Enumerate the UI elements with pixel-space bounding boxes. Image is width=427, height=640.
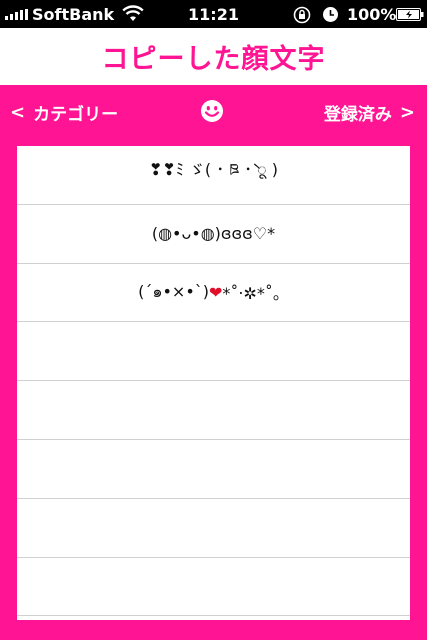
status-bar: SoftBank 11:21 100% <box>0 0 427 28</box>
kaomoji-row[interactable]: ❣❣ﾐ ゞ( ･ ཋ ･̀ ू ) <box>17 146 410 205</box>
alarm-icon <box>323 7 338 22</box>
kaomoji-text: (ˊ๑•×•ˋ) <box>138 281 209 301</box>
saved-label: 登録済み <box>323 105 392 125</box>
kaomoji-row[interactable]: (ˊ๑•×•ˋ) ❤ *˚‧✲*˚。 <box>17 264 410 323</box>
smiley-icon[interactable] <box>200 99 224 123</box>
kaomoji-row-empty[interactable] <box>17 499 410 558</box>
kaomoji-text: ❣❣ﾐ ゞ( ･ ཋ ･̀ ू ) <box>149 160 278 180</box>
kaomoji-row-empty[interactable] <box>17 558 410 617</box>
kaomoji-list: ❣❣ﾐ ゞ( ･ ཋ ･̀ ू ) (◍•ᴗ•◍)ɞɞɞ♡* (ˊ๑•×•ˋ) … <box>17 146 410 620</box>
category-back-label: カテゴリー <box>33 105 119 125</box>
rotation-lock-icon <box>293 6 311 24</box>
battery-percent: 100% <box>347 5 397 24</box>
page-title: コピーした顔文字 <box>101 44 326 75</box>
heart-icon: ❤ <box>209 282 223 302</box>
kaomoji-text: (◍•ᴗ•◍)ɞɞɞ♡* <box>151 224 276 244</box>
title-bar: コピーした顔文字 <box>0 28 427 85</box>
chevron-left-icon: < <box>10 101 26 123</box>
category-back-button[interactable]: < カテゴリー <box>10 100 118 125</box>
kaomoji-row[interactable]: (◍•ᴗ•◍)ɞɞɞ♡* <box>17 205 410 264</box>
saved-button[interactable]: 登録済み > <box>324 100 415 125</box>
kaomoji-row-empty[interactable] <box>17 322 410 382</box>
kaomoji-row-empty[interactable] <box>17 381 410 440</box>
kaomoji-text-tail: *˚‧✲*˚。 <box>222 284 289 304</box>
kaomoji-row-empty[interactable] <box>17 440 410 499</box>
nav-bar: < カテゴリー 登録済み > <box>0 85 427 143</box>
battery-icon <box>396 8 424 21</box>
chevron-right-icon: > <box>399 101 415 123</box>
